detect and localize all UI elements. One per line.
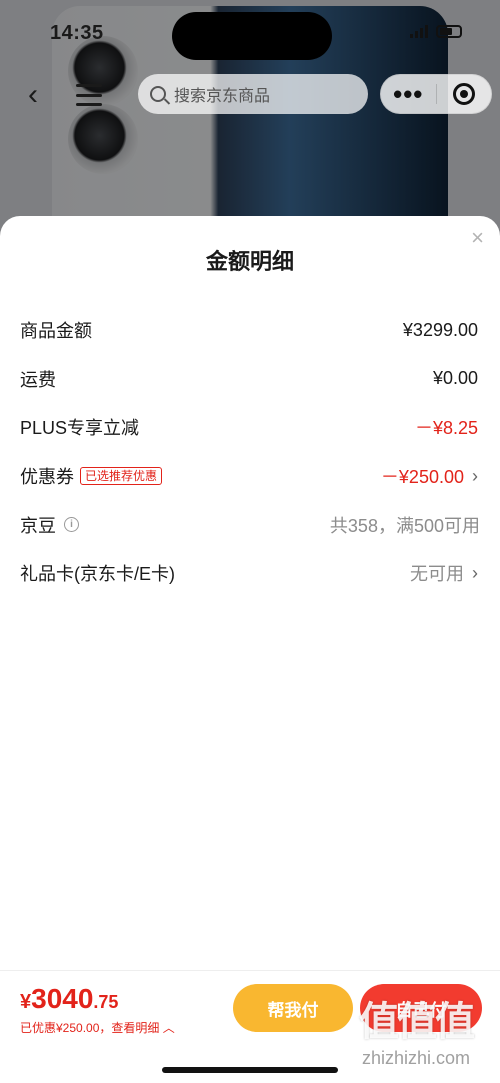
status-icons (410, 24, 462, 38)
row-shipping: 运费 ¥0.00 (0, 355, 500, 404)
recommended-tag: 已选推荐优惠 (80, 467, 163, 486)
target-close-icon[interactable] (436, 83, 491, 105)
row-value: ¥0.00 (432, 368, 478, 389)
row-value: 无可用 (410, 564, 464, 585)
amount-detail-sheet: 金额明细 × 商品金额 ¥3299.00 运费 ¥0.00 PLUS专享立减 －… (0, 216, 500, 1083)
row-label: 京豆 (20, 515, 56, 536)
row-value: 共358，满500可用 (329, 515, 480, 536)
mini-program-capsule: ••• (380, 74, 492, 114)
back-icon[interactable]: ‹ (28, 80, 38, 110)
amount-list: 商品金额 ¥3299.00 运费 ¥0.00 PLUS专享立减 －¥8.25 优… (0, 306, 500, 598)
chevron-right-icon: › (472, 562, 478, 583)
search-placeholder: 搜索京东商品 (174, 88, 271, 105)
row-label-wrap: 优惠券 已选推荐优惠 (20, 463, 163, 489)
battery-icon (436, 24, 462, 38)
total-price: ¥3040.75 (20, 983, 118, 1015)
row-label: 运费 (20, 369, 56, 390)
watermark-logo: 值值值 (359, 1000, 475, 1044)
row-goods-amount: 商品金额 ¥3299.00 (0, 306, 500, 355)
dynamic-island (172, 12, 332, 60)
search-input[interactable]: 搜索京东商品 (138, 74, 368, 114)
row-value: －¥250.00 (380, 467, 464, 488)
sheet-title: 金额明细 (205, 249, 294, 274)
row-label: PLUS专享立减 (20, 418, 140, 439)
background-page: 14:35 ‹ 搜索京东商品 ••• (0, 0, 500, 240)
view-discount-detail[interactable]: 已优惠¥250.00，查看明细 ︿ (20, 1019, 175, 1036)
price-integer: 3040 (31, 983, 94, 1014)
watermark-url: zhizhizhi.com (361, 1048, 471, 1068)
chevron-right-icon: › (472, 465, 478, 486)
info-icon[interactable]: i (64, 517, 79, 533)
price-currency: ¥ (20, 991, 32, 1013)
price-decimal: .75 (93, 992, 119, 1012)
row-label: 商品金额 (20, 321, 92, 342)
discount-text: 已优惠¥250.00，查看明细 (20, 1021, 160, 1035)
signal-icon (410, 24, 428, 38)
row-label: 礼品卡(京东卡/E卡) (20, 564, 175, 585)
row-gift-card[interactable]: 礼品卡(京东卡/E卡) 无可用 › (0, 549, 500, 598)
watermark: 值值值 zhizhizhi.com (346, 1000, 486, 1068)
status-time: 14:35 (50, 22, 104, 44)
row-jingdou: 京豆 i 共358，满500可用 (0, 500, 500, 549)
nav-bar: ‹ 搜索京东商品 ••• (0, 74, 500, 116)
close-icon[interactable]: × (471, 226, 484, 250)
row-coupon[interactable]: 优惠券 已选推荐优惠 －¥250.00 › (0, 452, 500, 501)
row-label: 优惠券 (20, 467, 74, 488)
search-icon (150, 86, 166, 102)
chevron-up-icon: ︿ (162, 1021, 175, 1035)
row-value-wrap: 无可用 › (410, 560, 478, 586)
more-dots-icon[interactable]: ••• (381, 81, 436, 107)
row-plus-discount: PLUS专享立减 －¥8.25 (0, 403, 500, 452)
row-label-wrap: 京豆 i (20, 512, 79, 538)
row-value: －¥8.25 (414, 418, 478, 439)
home-indicator (162, 1067, 338, 1073)
menu-icon[interactable] (76, 84, 102, 106)
row-value: ¥3299.00 (402, 319, 478, 340)
help-pay-button[interactable]: 帮我付 (233, 984, 353, 1032)
row-value-wrap: －¥250.00 › (381, 463, 478, 489)
